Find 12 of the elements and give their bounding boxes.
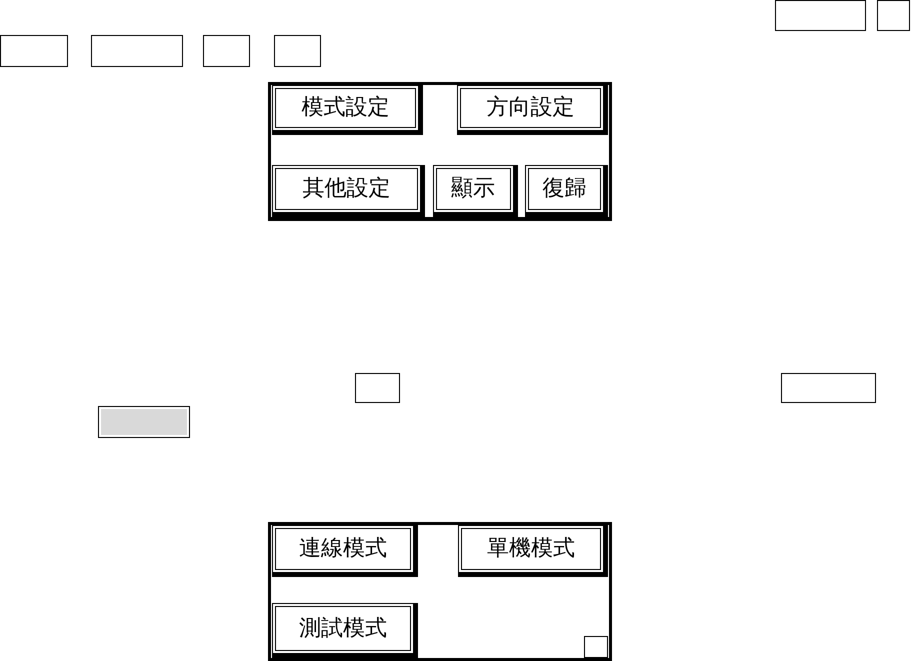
panel-button[interactable]: 模式設定 [272, 85, 423, 135]
square-icon [584, 636, 608, 658]
panel-button[interactable]: 復歸 [525, 165, 608, 217]
panel-button[interactable]: 單機模式 [458, 525, 608, 577]
panel-button[interactable]: 其他設定 [272, 165, 425, 217]
panel-button[interactable]: 方向設定 [457, 85, 608, 135]
panel-button[interactable]: 顯示 [432, 165, 518, 217]
empty-frame [203, 35, 250, 67]
empty-frame [274, 35, 321, 67]
empty-frame [355, 373, 400, 403]
panel-button[interactable]: 連線模式 [272, 525, 418, 577]
panel-button[interactable]: 測試模式 [272, 603, 418, 658]
